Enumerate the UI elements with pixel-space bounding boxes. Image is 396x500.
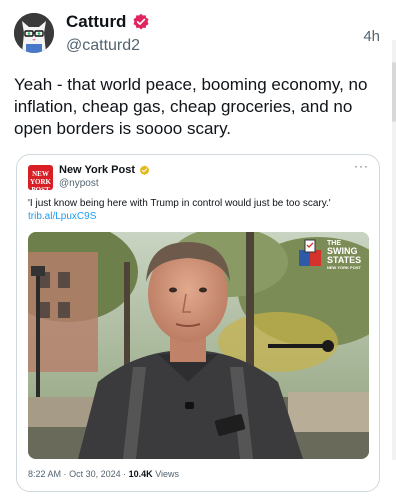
- scrollbar-thumb[interactable]: [392, 62, 396, 122]
- nypost-avatar[interactable]: NEW YORK POST: [28, 165, 53, 194]
- quoted-handle[interactable]: @nypost: [59, 178, 99, 189]
- quoted-name-row: New York Post: [59, 164, 150, 176]
- quoted-tweet-text: 'I just know being here with Trump in co…: [28, 198, 331, 209]
- ballot-box-logo-icon: [299, 239, 321, 266]
- verified-badge-icon: [133, 13, 149, 30]
- tweet: Catturd @catturd2 4h Yeah - that world p…: [0, 0, 396, 500]
- swing-states-logo: THE SWING STATES NEW YORK POST: [297, 238, 365, 274]
- quoted-display-name[interactable]: New York Post: [59, 164, 135, 176]
- gold-verified-badge-icon: [139, 164, 150, 175]
- quoted-date[interactable]: Oct 30, 2024: [69, 469, 121, 479]
- tweet-text: Yeah - that world peace, booming economy…: [14, 75, 368, 138]
- avatar[interactable]: [14, 13, 54, 53]
- quoted-media-image[interactable]: THE SWING STATES NEW YORK POST: [28, 232, 369, 459]
- author-display-name[interactable]: Catturd: [66, 12, 126, 32]
- meta-separator: ·: [63, 469, 67, 479]
- quoted-tweet-card[interactable]: NEW YORK POST New York Post @nypost ··· …: [16, 154, 380, 492]
- author-name-row: Catturd: [66, 12, 150, 32]
- cat-avatar-icon: [14, 13, 54, 53]
- quoted-time[interactable]: 8:22 AM: [28, 469, 61, 479]
- ellipsis-icon[interactable]: ···: [354, 159, 369, 173]
- logo-line-states: STATES: [327, 255, 362, 265]
- meta-separator-2: ·: [123, 469, 127, 479]
- tweet-timestamp[interactable]: 4h: [363, 28, 380, 45]
- views-label: Views: [155, 469, 180, 479]
- logo-subtext: NEW YORK POST: [327, 265, 361, 270]
- quoted-tweet-meta: 8:22 AM · Oct 30, 2024 · 10.4K Views: [28, 469, 179, 479]
- author-handle[interactable]: @catturd2: [66, 37, 140, 55]
- swing-states-logo-text: THE SWING STATES NEW YORK POST: [327, 240, 361, 271]
- views-count[interactable]: 10.4K: [129, 469, 153, 479]
- quoted-tweet-link[interactable]: trib.al/LpuxC9S: [28, 211, 96, 222]
